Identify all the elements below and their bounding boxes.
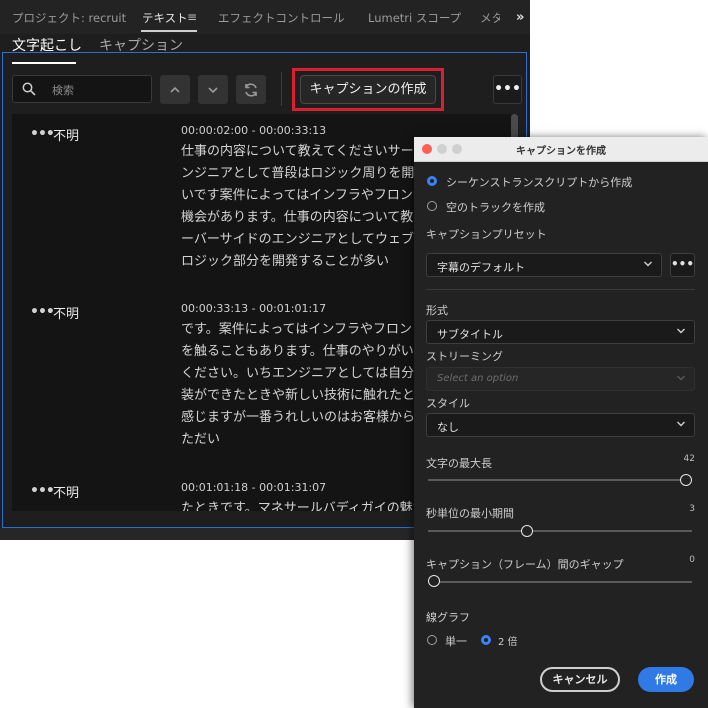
transcript-line[interactable]: 機会があります。仕事の内容について教 — [181, 206, 413, 225]
gap-label: キャプション（フレーム）間のギャップ — [426, 558, 624, 571]
max-length-value: 42 — [683, 454, 695, 464]
min-duration-slider-track[interactable] — [428, 530, 692, 532]
tab-project[interactable]: プロジェクト: recruit — [12, 10, 126, 26]
streaming-placeholder: Select an option — [437, 373, 519, 384]
panel-overflow-icon[interactable]: » — [516, 10, 524, 25]
transcript-line[interactable]: ンジニアとして普段はロジック周りを開発 — [181, 162, 427, 181]
chevron-down-icon — [677, 375, 685, 381]
segment-menu-icon[interactable]: ••• — [30, 126, 55, 142]
speaker-label[interactable]: 不明 — [53, 125, 79, 144]
radio-double-line[interactable] — [481, 635, 491, 645]
format-label: 形式 — [426, 304, 448, 317]
transcript-line[interactable]: ただい — [181, 428, 220, 447]
gap-slider-handle[interactable] — [428, 575, 440, 587]
radio-empty-track[interactable] — [427, 201, 437, 211]
max-length-slider-track[interactable] — [428, 479, 692, 481]
transcript-line[interactable]: を触ることもあります。仕事のやりがい — [181, 340, 414, 359]
search-icon — [22, 82, 36, 96]
max-length-slider-handle[interactable] — [680, 474, 692, 486]
radio-double-line-label[interactable]: 2 倍 — [498, 633, 518, 648]
search-input[interactable]: 検索 — [12, 75, 152, 103]
divider — [426, 289, 695, 290]
panel-tab-bar: プロジェクト: recruit テキスト ≡ エフェクトコントロール Lumet… — [0, 0, 530, 34]
tab-effect-controls[interactable]: エフェクトコントロール — [218, 10, 345, 26]
segment-menu-icon[interactable]: ••• — [30, 483, 55, 499]
style-dropdown[interactable]: なし — [426, 413, 695, 437]
create-captions-dialog: キャプションを作成 シーケンストランスクリプトから作成 空のトラックを作成 キャ… — [414, 137, 708, 708]
transcript-line[interactable]: 感じますが一番うれしいのはお客様から — [181, 406, 415, 425]
style-label: スタイル — [426, 397, 470, 410]
segment-menu-icon[interactable]: ••• — [30, 304, 55, 320]
radio-single-line[interactable] — [427, 635, 437, 645]
lines-label: 線グラフ — [426, 611, 470, 624]
radio-empty-track-label[interactable]: 空のトラックを作成 — [446, 199, 545, 215]
transcript-line[interactable]: ください。いちエンジニアとしては自分の — [181, 362, 427, 381]
format-value: サブタイトル — [437, 328, 503, 341]
subtab-active-indicator — [12, 62, 76, 64]
transcript-line[interactable]: 装ができたときや新しい技術に触れたと — [181, 384, 415, 403]
toolbar-divider — [281, 72, 282, 106]
chevron-up-icon — [170, 86, 180, 93]
min-duration-label: 秒単位の最小期間 — [426, 507, 514, 520]
segment-timecode: 00:00:33:13 - 00:01:01:17 — [181, 302, 327, 315]
tab-transcript[interactable]: 文字起こし — [12, 35, 82, 55]
radio-from-transcript[interactable] — [427, 176, 437, 186]
speaker-label[interactable]: 不明 — [53, 482, 79, 501]
create-captions-button[interactable]: キャプションの作成 — [300, 75, 436, 104]
transcript-line[interactable]: です。案件によってはインフラやフロン — [181, 318, 412, 337]
speaker-label[interactable]: 不明 — [53, 303, 79, 322]
refresh-icon — [245, 82, 257, 97]
segment-timecode: 00:01:01:18 - 00:01:31:07 — [181, 481, 327, 494]
chevron-down-icon — [677, 421, 685, 427]
preset-value: 字幕のデフォルト — [437, 261, 525, 274]
refresh-button[interactable] — [236, 75, 266, 104]
style-value: なし — [437, 421, 459, 434]
radio-single-line-label[interactable]: 単一 — [445, 633, 467, 649]
dialog-title: キャプションを作成 — [516, 146, 606, 157]
streaming-label: ストリーミング — [426, 350, 503, 363]
radio-from-transcript-label[interactable]: シーケンストランスクリプトから作成 — [446, 174, 632, 190]
preset-more-button[interactable]: ••• — [670, 253, 695, 277]
more-options-button[interactable]: ••• — [493, 75, 522, 104]
transcript-line[interactable]: ロジック部分を開発することが多い — [181, 250, 389, 269]
gap-value: 0 — [689, 555, 695, 565]
cancel-button[interactable]: キャンセル — [540, 667, 620, 692]
transcript-line[interactable]: 仕事の内容について教えてくださいサー — [181, 140, 414, 159]
tab-metadata[interactable]: メタ — [480, 10, 500, 26]
min-duration-value: 3 — [689, 504, 695, 514]
chevron-down-icon — [644, 261, 652, 267]
min-duration-slider-handle[interactable] — [521, 525, 534, 537]
chevron-down-icon — [208, 86, 218, 93]
tab-menu-icon[interactable]: ≡ — [187, 10, 197, 24]
search-placeholder: 検索 — [52, 84, 74, 97]
streaming-dropdown: Select an option — [426, 367, 695, 391]
max-length-label: 文字の最大長 — [426, 457, 492, 470]
preset-label: キャプションプリセット — [426, 228, 547, 241]
preset-dropdown[interactable]: 字幕のデフォルト — [426, 253, 662, 277]
transcript-line[interactable]: ーバーサイドのエンジニアとしてウェブサ — [181, 228, 427, 247]
chevron-down-icon — [677, 328, 685, 334]
next-result-button[interactable] — [198, 75, 228, 104]
format-dropdown[interactable]: サブタイトル — [426, 320, 695, 344]
tab-captions[interactable]: キャプション — [99, 35, 183, 55]
dialog-titlebar[interactable]: キャプションを作成 — [414, 137, 708, 162]
transcript-line[interactable]: たときです。マネサールバディガイの魅力 — [181, 497, 426, 511]
create-button[interactable]: 作成 — [638, 667, 694, 692]
tab-text[interactable]: テキスト — [142, 10, 188, 26]
gap-slider-track[interactable] — [428, 581, 692, 583]
previous-result-button[interactable] — [160, 75, 190, 104]
segment-timecode: 00:00:02:00 - 00:00:33:13 — [181, 124, 327, 137]
subtab-bar: 文字起こし キャプション — [0, 32, 530, 68]
transcript-line[interactable]: いです案件によってはインフラやフロン — [181, 184, 413, 203]
tab-lumetri-scopes[interactable]: Lumetri スコープ — [368, 10, 461, 26]
